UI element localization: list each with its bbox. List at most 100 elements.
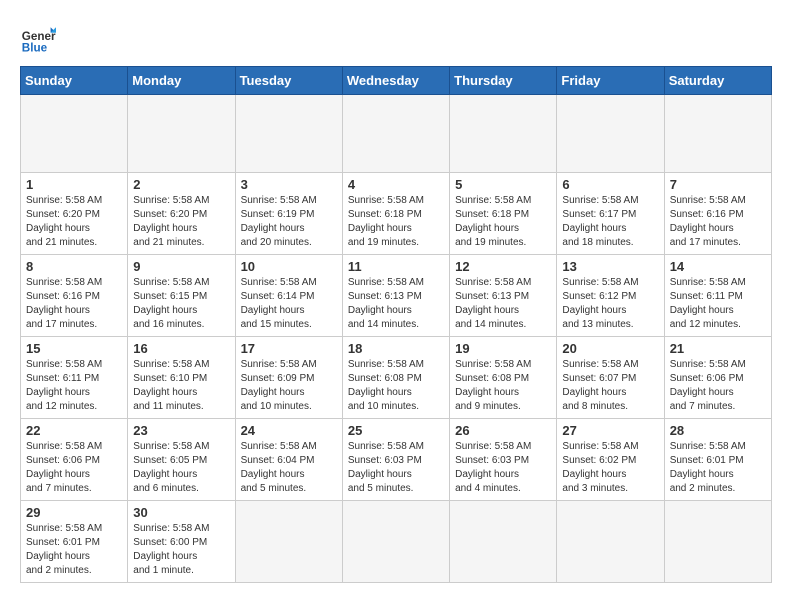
day-info: Sunrise: 5:58 AM Sunset: 6:14 PM Dayligh… [241,276,337,332]
day-info: Sunrise: 5:58 AM Sunset: 6:12 PM Dayligh… [562,276,658,332]
table-row: 5 Sunrise: 5:58 AM Sunset: 6:18 PM Dayli… [450,173,557,255]
day-info: Sunrise: 5:58 AM Sunset: 6:13 PM Dayligh… [348,276,444,332]
table-row: 29 Sunrise: 5:58 AM Sunset: 6:01 PM Dayl… [21,501,128,583]
col-wednesday: Wednesday [342,67,449,95]
table-row: 6 Sunrise: 5:58 AM Sunset: 6:17 PM Dayli… [557,173,664,255]
table-row: 15 Sunrise: 5:58 AM Sunset: 6:11 PM Dayl… [21,337,128,419]
table-row: 2 Sunrise: 5:58 AM Sunset: 6:20 PM Dayli… [128,173,235,255]
day-number: 3 [241,177,337,192]
table-row [342,501,449,583]
day-info: Sunrise: 5:58 AM Sunset: 6:20 PM Dayligh… [26,194,122,250]
day-info: Sunrise: 5:58 AM Sunset: 6:05 PM Dayligh… [133,440,229,496]
table-row: 27 Sunrise: 5:58 AM Sunset: 6:02 PM Dayl… [557,419,664,501]
day-number: 9 [133,259,229,274]
table-row [664,95,771,173]
table-row [235,501,342,583]
day-info: Sunrise: 5:58 AM Sunset: 6:04 PM Dayligh… [241,440,337,496]
day-number: 27 [562,423,658,438]
day-info: Sunrise: 5:58 AM Sunset: 6:16 PM Dayligh… [670,194,766,250]
table-row: 21 Sunrise: 5:58 AM Sunset: 6:06 PM Dayl… [664,337,771,419]
day-number: 14 [670,259,766,274]
col-saturday: Saturday [664,67,771,95]
calendar-table: Sunday Monday Tuesday Wednesday Thursday… [20,66,772,583]
page-header: General Blue [20,20,772,56]
day-info: Sunrise: 5:58 AM Sunset: 6:20 PM Dayligh… [133,194,229,250]
day-info: Sunrise: 5:58 AM Sunset: 6:13 PM Dayligh… [455,276,551,332]
day-info: Sunrise: 5:58 AM Sunset: 6:06 PM Dayligh… [670,358,766,414]
table-row: 11 Sunrise: 5:58 AM Sunset: 6:13 PM Dayl… [342,255,449,337]
day-number: 23 [133,423,229,438]
day-number: 15 [26,341,122,356]
table-row [557,501,664,583]
day-info: Sunrise: 5:58 AM Sunset: 6:11 PM Dayligh… [26,358,122,414]
day-number: 7 [670,177,766,192]
col-tuesday: Tuesday [235,67,342,95]
table-row: 12 Sunrise: 5:58 AM Sunset: 6:13 PM Dayl… [450,255,557,337]
table-row [450,95,557,173]
day-info: Sunrise: 5:58 AM Sunset: 6:16 PM Dayligh… [26,276,122,332]
day-number: 5 [455,177,551,192]
calendar-week-row: 1 Sunrise: 5:58 AM Sunset: 6:20 PM Dayli… [21,173,772,255]
calendar-week-row: 8 Sunrise: 5:58 AM Sunset: 6:16 PM Dayli… [21,255,772,337]
calendar-header-row: Sunday Monday Tuesday Wednesday Thursday… [21,67,772,95]
day-number: 19 [455,341,551,356]
day-info: Sunrise: 5:58 AM Sunset: 6:19 PM Dayligh… [241,194,337,250]
table-row [664,501,771,583]
table-row: 1 Sunrise: 5:58 AM Sunset: 6:20 PM Dayli… [21,173,128,255]
day-number: 30 [133,505,229,520]
calendar-week-row: 22 Sunrise: 5:58 AM Sunset: 6:06 PM Dayl… [21,419,772,501]
day-info: Sunrise: 5:58 AM Sunset: 6:18 PM Dayligh… [348,194,444,250]
day-info: Sunrise: 5:58 AM Sunset: 6:15 PM Dayligh… [133,276,229,332]
table-row: 18 Sunrise: 5:58 AM Sunset: 6:08 PM Dayl… [342,337,449,419]
day-info: Sunrise: 5:58 AM Sunset: 6:08 PM Dayligh… [455,358,551,414]
day-number: 1 [26,177,122,192]
day-info: Sunrise: 5:58 AM Sunset: 6:06 PM Dayligh… [26,440,122,496]
table-row [342,95,449,173]
calendar-week-row: 15 Sunrise: 5:58 AM Sunset: 6:11 PM Dayl… [21,337,772,419]
table-row [128,95,235,173]
day-info: Sunrise: 5:58 AM Sunset: 6:18 PM Dayligh… [455,194,551,250]
table-row: 22 Sunrise: 5:58 AM Sunset: 6:06 PM Dayl… [21,419,128,501]
table-row [557,95,664,173]
day-info: Sunrise: 5:58 AM Sunset: 6:01 PM Dayligh… [670,440,766,496]
day-number: 21 [670,341,766,356]
table-row: 9 Sunrise: 5:58 AM Sunset: 6:15 PM Dayli… [128,255,235,337]
day-info: Sunrise: 5:58 AM Sunset: 6:11 PM Dayligh… [670,276,766,332]
day-number: 8 [26,259,122,274]
table-row: 19 Sunrise: 5:58 AM Sunset: 6:08 PM Dayl… [450,337,557,419]
logo: General Blue [20,20,56,56]
calendar-week-row: 29 Sunrise: 5:58 AM Sunset: 6:01 PM Dayl… [21,501,772,583]
day-number: 18 [348,341,444,356]
day-number: 28 [670,423,766,438]
table-row: 24 Sunrise: 5:58 AM Sunset: 6:04 PM Dayl… [235,419,342,501]
table-row [21,95,128,173]
table-row: 8 Sunrise: 5:58 AM Sunset: 6:16 PM Dayli… [21,255,128,337]
table-row: 26 Sunrise: 5:58 AM Sunset: 6:03 PM Dayl… [450,419,557,501]
table-row: 13 Sunrise: 5:58 AM Sunset: 6:12 PM Dayl… [557,255,664,337]
day-info: Sunrise: 5:58 AM Sunset: 6:08 PM Dayligh… [348,358,444,414]
day-number: 11 [348,259,444,274]
col-thursday: Thursday [450,67,557,95]
day-number: 22 [26,423,122,438]
day-number: 13 [562,259,658,274]
table-row: 30 Sunrise: 5:58 AM Sunset: 6:00 PM Dayl… [128,501,235,583]
day-number: 12 [455,259,551,274]
day-number: 17 [241,341,337,356]
day-number: 24 [241,423,337,438]
day-number: 26 [455,423,551,438]
table-row: 28 Sunrise: 5:58 AM Sunset: 6:01 PM Dayl… [664,419,771,501]
table-row: 17 Sunrise: 5:58 AM Sunset: 6:09 PM Dayl… [235,337,342,419]
col-sunday: Sunday [21,67,128,95]
day-info: Sunrise: 5:58 AM Sunset: 6:03 PM Dayligh… [455,440,551,496]
day-info: Sunrise: 5:58 AM Sunset: 6:02 PM Dayligh… [562,440,658,496]
table-row: 25 Sunrise: 5:58 AM Sunset: 6:03 PM Dayl… [342,419,449,501]
day-number: 16 [133,341,229,356]
day-number: 6 [562,177,658,192]
table-row: 14 Sunrise: 5:58 AM Sunset: 6:11 PM Dayl… [664,255,771,337]
table-row: 23 Sunrise: 5:58 AM Sunset: 6:05 PM Dayl… [128,419,235,501]
table-row: 16 Sunrise: 5:58 AM Sunset: 6:10 PM Dayl… [128,337,235,419]
table-row [450,501,557,583]
col-friday: Friday [557,67,664,95]
day-number: 20 [562,341,658,356]
day-number: 10 [241,259,337,274]
